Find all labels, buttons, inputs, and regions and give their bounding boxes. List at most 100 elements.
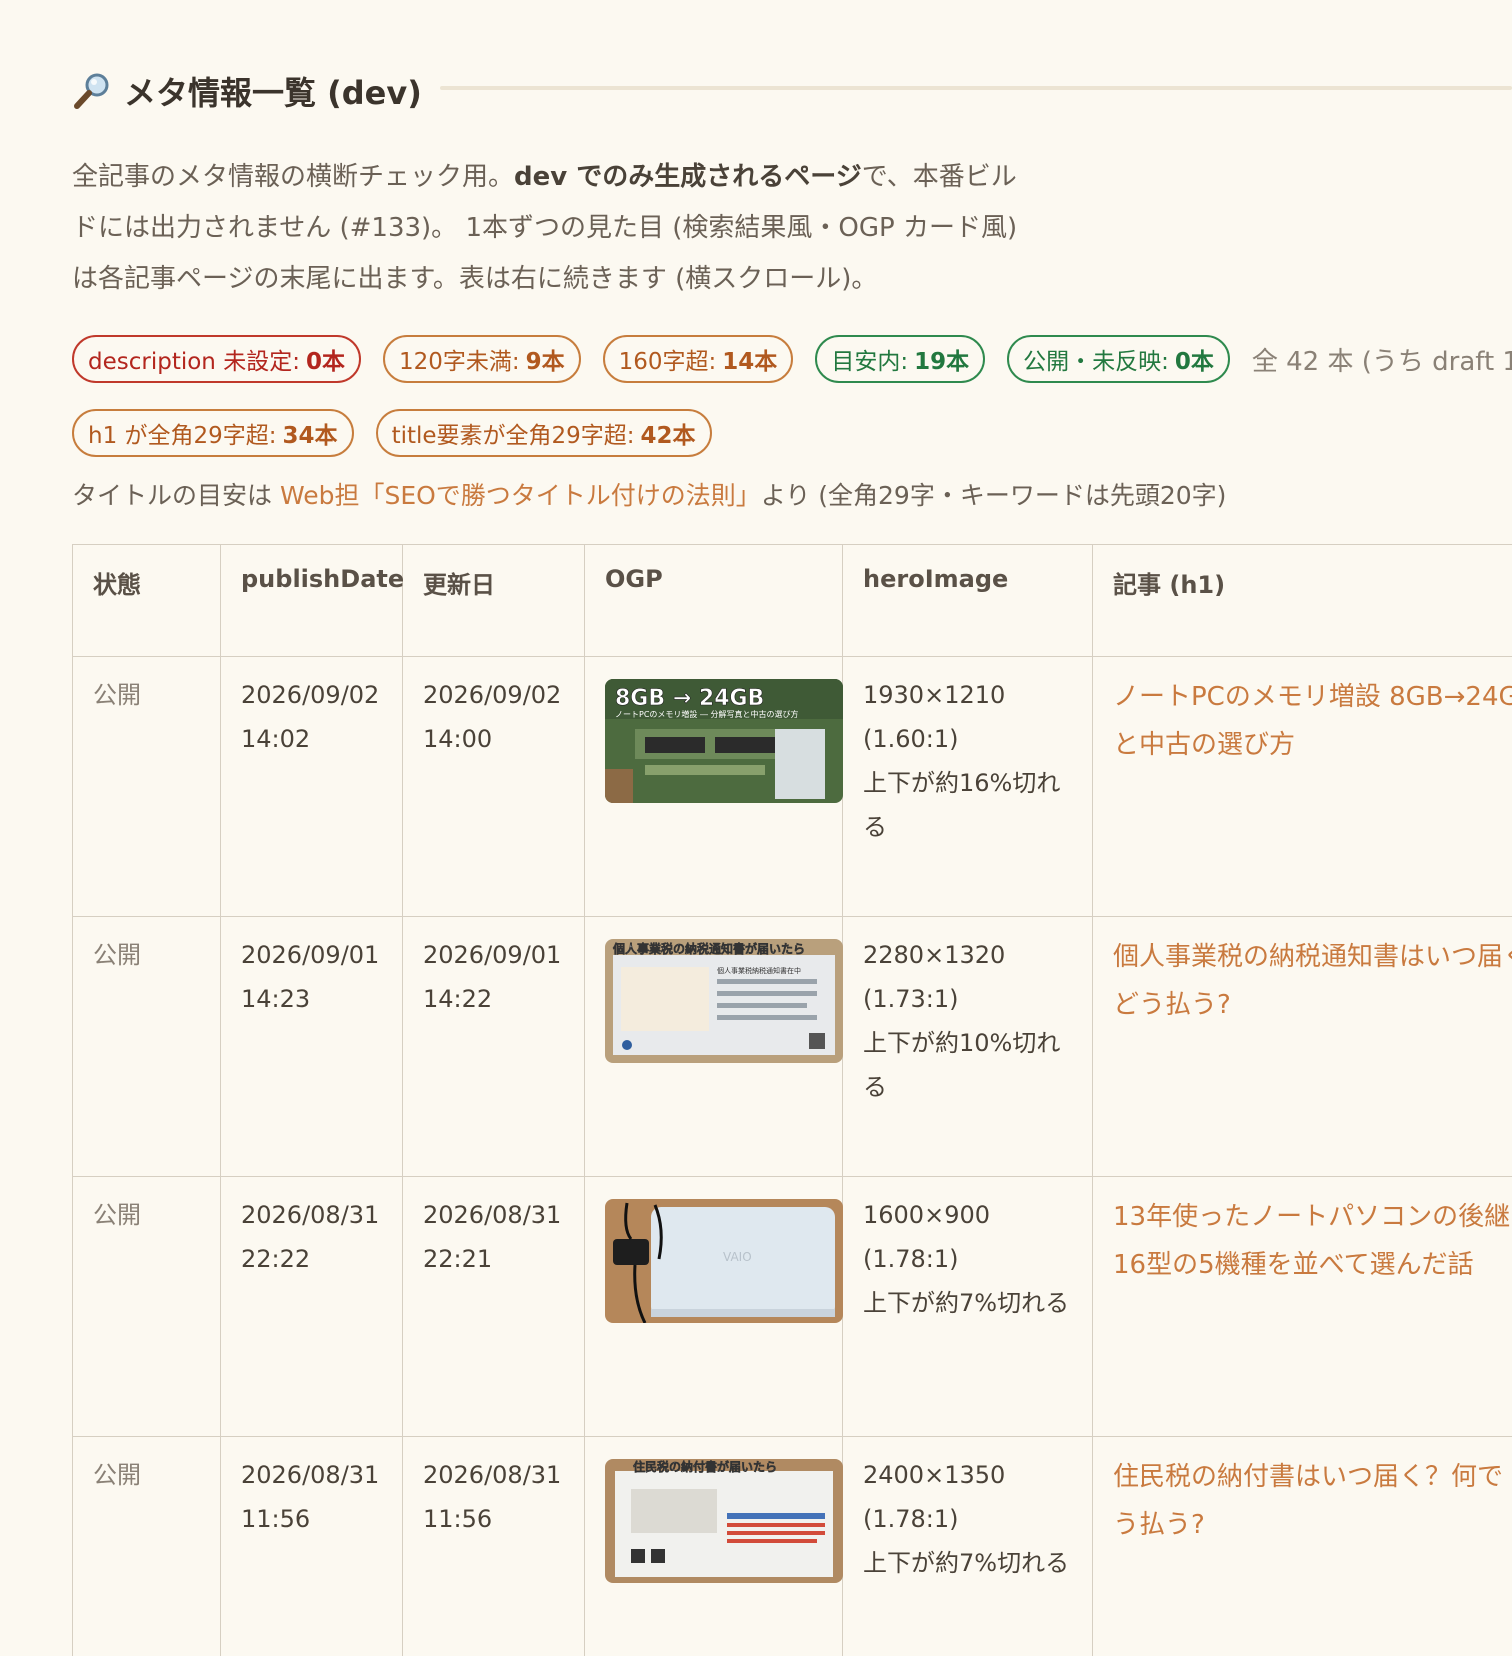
hero-crop: 上下が約7%切れる (863, 1289, 1070, 1317)
publish-date-cell: 2026/08/31 11:56 (220, 1436, 403, 1656)
col-header-article-h1[interactable]: 記事 (h1) (1092, 544, 1512, 657)
col-header-ogp[interactable]: OGP (584, 544, 843, 657)
ogp-cell: 8GB → 24GB ノートPCのメモリ増設 ― 分解写真と中古の選び方 (584, 656, 843, 917)
date: 2026/09/01 (241, 941, 380, 969)
status-cell: 公開 (72, 656, 221, 917)
updated-date-cell: 2026/09/01 14:22 (402, 916, 585, 1177)
article-title-cell[interactable]: 個人事業税の納税通知書はいつ届く？ どう払う? (1092, 916, 1512, 1177)
hero-ratio: (1.73:1) (863, 985, 959, 1013)
ogp-cell: 住民税の納付書が届いたら (584, 1436, 843, 1656)
badge-over-160[interactable]: 160字超: 14本 (602, 335, 794, 383)
date: 2026/08/31 (423, 1461, 562, 1489)
logo-mark: VAIO (723, 1250, 752, 1264)
updated-date-cell: 2026/09/02 14:00 (402, 656, 585, 917)
badge-label: 120字未満: (398, 349, 520, 375)
stats-badges: description 未設定: 0本 120字未満: 9本 160字超: 14本 目… (72, 333, 1512, 481)
intro-text-1: 全記事のメタ情報の横断チェック用。 (72, 162, 515, 192)
badge-count: 0本 (305, 349, 345, 375)
hero-ratio: (1.78:1) (863, 1245, 959, 1273)
meta-list-page: メタ情報一覧 (dev) 全記事のメタ情報の横断チェック用。dev でのみ生成さ… (0, 0, 1512, 1656)
table-row: 公開 2026/09/02 14:02 2026/09/02 14:00 8GB →… (72, 656, 1512, 917)
hero-image-cell: 2280×1320 (1.73:1) 上下が約10%切れる (842, 916, 1093, 1177)
badge-in-range[interactable]: 目安内: 19本 (815, 335, 986, 383)
ogp-cell: 個人事業税の納税通知書が届いたら 個人事業税納税通知書在中 (584, 916, 843, 1177)
date: 2026/09/02 (241, 681, 380, 709)
badge-public-unreflected[interactable]: 公開・未反映: 0本 (1007, 335, 1230, 383)
title-guideline-note: タイトルの目安は Web担「SEOで勝つタイトル付けの法則」より (全角29字・… (72, 476, 1226, 512)
col-header-status[interactable]: 状態 (72, 544, 221, 657)
article-title-line: と中古の選び方 (1113, 730, 1296, 760)
col-header-updated[interactable]: 更新日 (402, 544, 585, 657)
publish-date-cell: 2026/09/01 14:23 (220, 916, 403, 1177)
badge-label: h1 が全角29字超: (88, 423, 277, 449)
time: 11:56 (423, 1505, 493, 1533)
badge-title-over-29[interactable]: title要素が全角29字超: 42本 (375, 409, 712, 457)
ogp-thumbnail[interactable]: VAIO (605, 1199, 843, 1323)
col-header-publish-date[interactable]: publishDate (220, 544, 404, 657)
badge-count: 0本 (1174, 349, 1214, 375)
time: 11:56 (241, 1505, 311, 1533)
badge-label: 公開・未反映: (1023, 349, 1169, 375)
hero-crop: 上下が約16%切れる (863, 769, 1061, 841)
meta-table: 状態 publishDate 更新日 OGP heroImage 記事 (h1)… (72, 544, 1512, 1656)
time: 22:22 (241, 1245, 311, 1273)
badge-row-2: h1 が全角29字超: 34本 title要素が全角29字超: 42本 (72, 407, 1512, 459)
col-header-hero-image[interactable]: heroImage (842, 544, 1093, 657)
total-summary: 全 42 本 (うち draft 14 本) (1251, 346, 1512, 377)
time: 14:22 (423, 985, 493, 1013)
hero-crop: 上下が約10%切れる (863, 1029, 1061, 1101)
guideline-link[interactable]: Web担「SEOで勝つタイトル付けの法則」 (280, 481, 761, 510)
table-row: 公開 2026/08/31 11:56 2026/08/31 11:56 住民税… (72, 1436, 1512, 1656)
date: 2026/08/31 (241, 1461, 380, 1489)
article-title-cell[interactable]: 13年使ったノートパソコンの後継に 16型の5機種を並べて選んだ話 (1092, 1176, 1512, 1437)
magnifier-icon (74, 73, 109, 109)
badge-count: 14本 (722, 349, 778, 375)
note-prefix: タイトルの目安は (72, 481, 280, 510)
hero-size: 2400×1350 (863, 1461, 1006, 1489)
hero-ratio: (1.60:1) (863, 725, 959, 753)
page-title-text: メタ情報一覧 (dev) (124, 74, 422, 112)
article-title-line: どう払う? (1113, 990, 1231, 1020)
hero-image-cell: 1930×1210 (1.60:1) 上下が約16%切れる (842, 656, 1093, 917)
hero-size: 2280×1320 (863, 941, 1006, 969)
ogp-sub-text: ノートPCのメモリ増設 ― 分解写真と中古の選び方 (615, 709, 799, 719)
table-row: 公開 2026/09/01 14:23 2026/09/01 14:22 個人事… (72, 916, 1512, 1177)
article-title-line: 個人事業税の納税通知書はいつ届く？ (1113, 942, 1512, 972)
article-title-line: ノートPCのメモリ増設 8GB→24GB (1113, 682, 1512, 712)
badge-no-description[interactable]: description 未設定: 0本 (72, 335, 361, 383)
badge-label: 目安内: (831, 349, 909, 375)
article-title-cell[interactable]: ノートPCのメモリ増設 8GB→24GB と中古の選び方 (1092, 656, 1512, 917)
article-title-line: 住民税の納付書はいつ届く？何で (1113, 1462, 1504, 1492)
date: 2026/09/01 (423, 941, 562, 969)
article-title-line: う払う? (1113, 1510, 1205, 1540)
heading-divider (440, 86, 1512, 90)
status-cell: 公開 (72, 1436, 221, 1656)
article-title-cell[interactable]: 住民税の納付書はいつ届く？何で う払う? (1092, 1436, 1512, 1656)
table-header-row: 状態 publishDate 更新日 OGP heroImage 記事 (h1) (72, 544, 1512, 657)
publish-date-cell: 2026/09/02 14:02 (220, 656, 403, 917)
badge-count: 9本 (525, 349, 565, 375)
badge-label: description 未設定: (88, 349, 300, 375)
publish-date-cell: 2026/08/31 22:22 (220, 1176, 403, 1437)
page-title: メタ情報一覧 (dev) (72, 66, 422, 116)
ogp-thumbnail[interactable]: 8GB → 24GB ノートPCのメモリ増設 ― 分解写真と中古の選び方 (605, 679, 843, 803)
time: 14:00 (423, 725, 493, 753)
table-row: 公開 2026/08/31 22:22 2026/08/31 22:21 VAIO (72, 1176, 1512, 1437)
ogp-cell: VAIO (584, 1176, 843, 1437)
badge-label: 160字超: (618, 349, 717, 375)
badge-count: 34本 (282, 423, 338, 449)
updated-date-cell: 2026/08/31 22:21 (402, 1176, 585, 1437)
badge-under-120[interactable]: 120字未満: 9本 (382, 335, 581, 383)
intro-paragraph: 全記事のメタ情報の横断チェック用。dev でのみ生成されるページで、本番ビルドに… (72, 152, 1032, 305)
ogp-thumbnail[interactable]: 個人事業税の納税通知書が届いたら 個人事業税納税通知書在中 (605, 939, 843, 1063)
ogp-thumbnail[interactable]: 住民税の納付書が届いたら (605, 1459, 843, 1583)
status-cell: 公開 (72, 1176, 221, 1437)
note-suffix: より (全角29字・キーワードは先頭20字) (760, 481, 1227, 510)
time: 14:02 (241, 725, 311, 753)
hero-image-cell: 2400×1350 (1.78:1) 上下が約7%切れる (842, 1436, 1093, 1656)
ogp-title-text: 8GB → 24GB (615, 686, 764, 711)
hero-ratio: (1.78:1) (863, 1505, 959, 1533)
date: 2026/08/31 (241, 1201, 380, 1229)
article-title-line: 16型の5機種を並べて選んだ話 (1113, 1250, 1474, 1280)
badge-h1-over-29[interactable]: h1 が全角29字超: 34本 (72, 409, 354, 457)
